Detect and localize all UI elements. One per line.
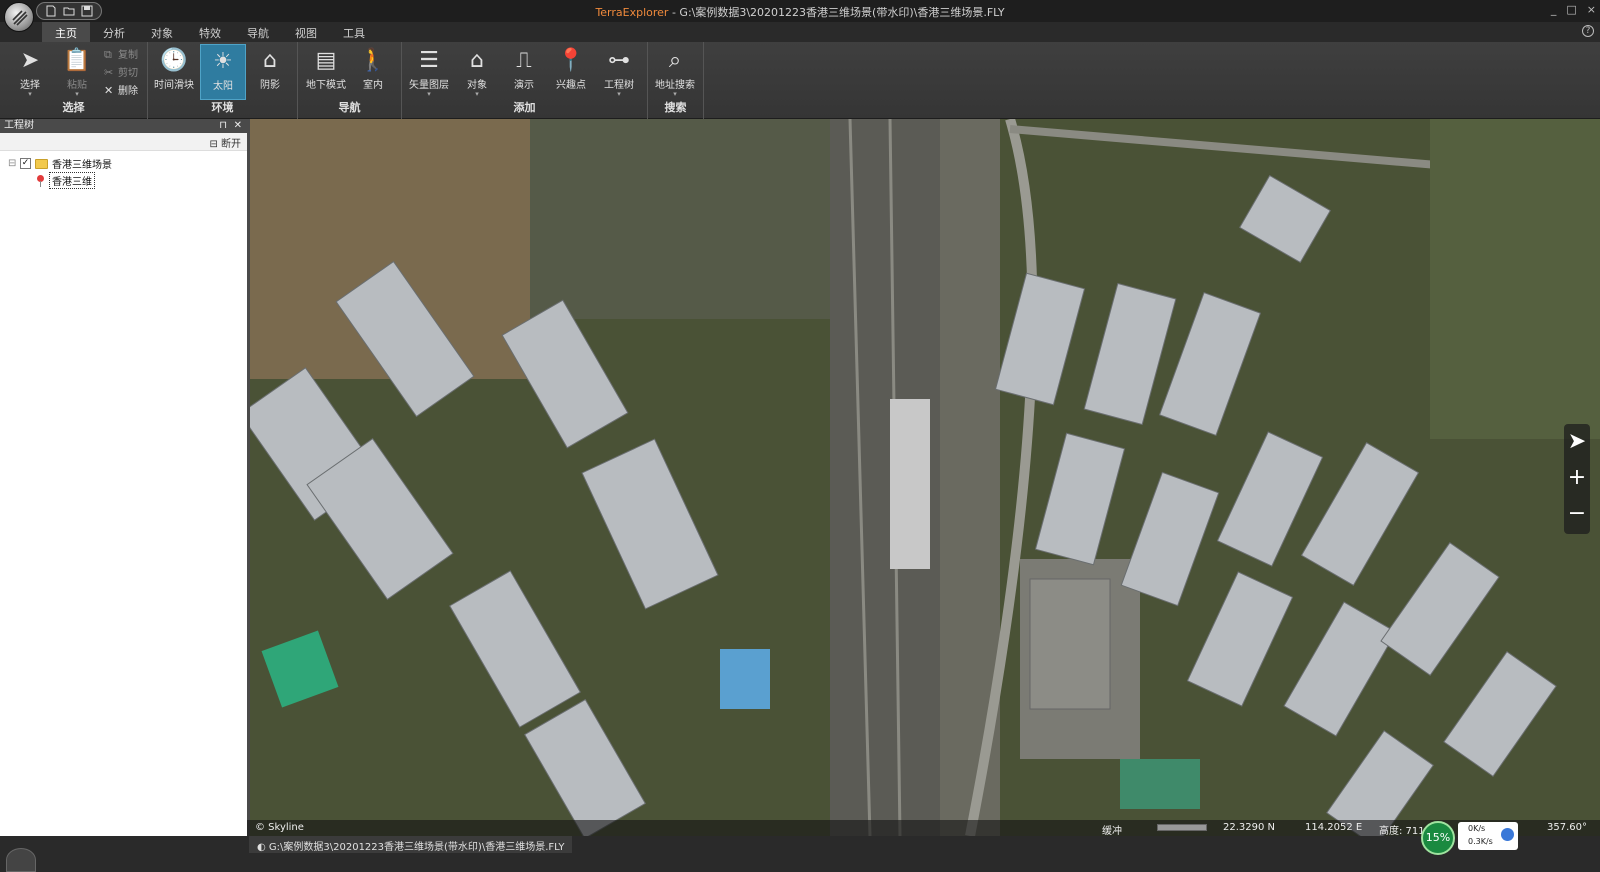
location-pin-icon — [36, 174, 45, 187]
help-icon[interactable]: ? — [1582, 25, 1594, 37]
latitude-readout: 22.3290 N — [1223, 822, 1276, 833]
house-shadow-icon: ⌂ — [263, 48, 277, 73]
tree-item-location[interactable]: 香港三维 — [8, 172, 239, 189]
pin-icon[interactable]: ⊓ — [219, 119, 227, 133]
close-button[interactable]: × — [1587, 3, 1596, 16]
longitude-readout: 114.2052 E — [1305, 822, 1363, 833]
buffer-progress-bar — [1157, 824, 1207, 831]
clock-icon: 🕒 — [160, 48, 188, 73]
navigation-control: ➤ + − — [1564, 424, 1590, 534]
folder-icon — [35, 158, 48, 169]
walking-person-icon: 🚶 — [359, 48, 387, 73]
search-group-label: 搜索 — [664, 101, 687, 114]
tab-navigation[interactable]: 导航 — [234, 22, 282, 42]
network-percent-badge: 15% — [1421, 821, 1455, 855]
delete-button[interactable]: ✕ 删除 — [104, 82, 148, 100]
project-tree-panel: 工程树 ⊓ ✕ ⊟ 断开 ⊟ ✓ 香港三维场景 香港三维 — [0, 119, 247, 872]
zoom-in-button[interactable]: + — [1564, 460, 1590, 496]
navigation-group: ▤ 地下模式 🚶 室内 导航 — [298, 42, 402, 119]
layers-icon: ☰ — [419, 48, 439, 73]
object-button[interactable]: ⌂ 对象 ▾ — [454, 44, 500, 100]
globe-icon — [1501, 828, 1514, 841]
sun-icon: ☀ — [213, 49, 233, 74]
status-line: © Skyline 缓冲 22.3290 N 114.2052 E 高度: 71… — [247, 820, 1600, 837]
disconnect-icon: ⊟ — [209, 139, 221, 150]
document-tab[interactable]: ◐ G:\案例数据3\20201223香港三维场景(带水印)\香港三维场景.FL… — [249, 836, 573, 853]
project-tree-button[interactable]: ⊶ 工程树 ▾ — [596, 44, 642, 100]
delete-x-icon: ✕ — [104, 84, 114, 97]
tab-tools[interactable]: 工具 — [330, 22, 378, 42]
environment-group: 🕒 时间滑块 ☀ 太阳 ⌂ 阴影 环境 — [148, 42, 298, 119]
corner-decoration — [6, 848, 36, 872]
network-speed-box: 0K/s 0.3K/s — [1458, 822, 1518, 850]
buffer-label: 缓冲 — [1102, 826, 1122, 837]
maximize-button[interactable]: □ — [1566, 3, 1576, 16]
minimize-button[interactable]: _ — [1551, 3, 1557, 16]
add-group: ☰ 矢量图层 ▾ ⌂ 对象 ▾ ⎍ 演示 📍 兴趣点 ⊶ 工程树 ▾ 添加 — [402, 42, 648, 119]
heading-readout: 357.60° — [1547, 822, 1587, 833]
panel-toolbar: ⊟ 断开 — [0, 133, 247, 151]
skyline-logo-icon — [12, 10, 28, 26]
panel-title: 工程树 — [4, 120, 34, 131]
select-group-label: 选择 — [62, 101, 85, 114]
magnifier-icon: ⌕ — [668, 48, 682, 73]
navigation-group-label: 导航 — [338, 101, 361, 114]
hierarchy-icon: ⊶ — [608, 48, 630, 73]
presentation-button[interactable]: ⎍ 演示 — [501, 44, 547, 100]
copy-button[interactable]: ⧉ 复制 — [104, 46, 148, 64]
sun-button[interactable]: ☀ 太阳 — [200, 44, 246, 100]
select-group: ➤ 选择 ▾ 📋 粘贴 ▾ ⧉ 复制 ✂ 剪切 ✕ 删除 选择 — [0, 42, 148, 119]
add-group-label: 添加 — [513, 101, 536, 114]
visibility-checkbox[interactable]: ✓ — [20, 158, 31, 169]
menu-bar: 主页 分析 对象 特效 导航 视图 工具 — [0, 22, 1600, 42]
disconnect-button[interactable]: ⊟ 断开 — [209, 135, 241, 150]
bottom-bar: ◐ G:\案例数据3\20201223香港三维场景(带水印)\香港三维场景.FL… — [0, 836, 1600, 872]
environment-group-label: 环境 — [211, 101, 234, 114]
zoom-out-button[interactable]: − — [1564, 496, 1590, 532]
tab-effects[interactable]: 特效 — [186, 22, 234, 42]
building-icon: ⌂ — [470, 48, 484, 73]
shadow-button[interactable]: ⌂ 阴影 — [247, 44, 293, 100]
file-path: - G:\案例数据3\20201223香港三维场景(带水印)\香港三维场景.FL… — [668, 6, 1005, 19]
compass-icon[interactable]: ➤ — [1564, 424, 1590, 460]
poi-button[interactable]: 📍 兴趣点 — [548, 44, 594, 100]
address-search-button[interactable]: ⌕ 地址搜索 ▾ — [652, 44, 698, 100]
title-bar: TerraExplorer - G:\案例数据3\20201223香港三维场景(… — [0, 0, 1600, 22]
app-menu-button[interactable] — [4, 2, 34, 32]
time-slider-button[interactable]: 🕒 时间滑块 — [151, 44, 197, 100]
copy-icon: ⧉ — [104, 48, 112, 61]
presentation-board-icon: ⎍ — [516, 48, 532, 73]
search-group: ⌕ 地址搜索 ▾ 搜索 — [648, 42, 704, 119]
tree-item-label: 香港三维场景 — [52, 160, 112, 171]
aerial-city-scene — [250, 119, 1600, 836]
3d-viewport[interactable]: ➤ + − — [247, 119, 1600, 836]
ribbon: ➤ 选择 ▾ 📋 粘贴 ▾ ⧉ 复制 ✂ 剪切 ✕ 删除 选择 🕒 时间滑块 ☀ 太阳… — [0, 42, 1600, 119]
tab-view[interactable]: 视图 — [282, 22, 330, 42]
underground-layers-icon: ▤ — [315, 48, 337, 73]
vector-layer-button[interactable]: ☰ 矢量图层 ▾ — [406, 44, 452, 100]
tree-item-label: 香港三维 — [49, 172, 95, 189]
tree-item-scene[interactable]: ⊟ ✓ 香港三维场景 — [8, 155, 239, 172]
close-panel-icon[interactable]: ✕ — [234, 119, 242, 133]
tree-view: ⊟ ✓ 香港三维场景 香港三维 — [0, 151, 247, 193]
tab-analysis[interactable]: 分析 — [90, 22, 138, 42]
cut-button[interactable]: ✂ 剪切 — [104, 64, 148, 82]
skyline-watermark: © Skyline — [255, 822, 304, 833]
tab-home[interactable]: 主页 — [42, 22, 90, 42]
scissors-icon: ✂ — [104, 66, 114, 79]
panel-header: 工程树 ⊓ ✕ — [0, 119, 247, 133]
cursor-arrow-icon: ➤ — [20, 48, 40, 73]
window-title: TerraExplorer - G:\案例数据3\20201223香港三维场景(… — [0, 4, 1600, 20]
select-button[interactable]: ➤ 选择 ▾ — [7, 44, 53, 100]
map-pin-icon: 📍 — [557, 48, 585, 73]
document-icon: ◐ — [257, 842, 269, 853]
paste-button[interactable]: 📋 粘贴 ▾ — [54, 44, 100, 100]
app-name: TerraExplorer — [595, 6, 669, 19]
underground-mode-button[interactable]: ▤ 地下模式 — [303, 44, 349, 100]
indoor-button[interactable]: 🚶 室内 — [350, 44, 396, 100]
clipboard-icon: 📋 — [63, 48, 91, 73]
tab-objects[interactable]: 对象 — [138, 22, 186, 42]
